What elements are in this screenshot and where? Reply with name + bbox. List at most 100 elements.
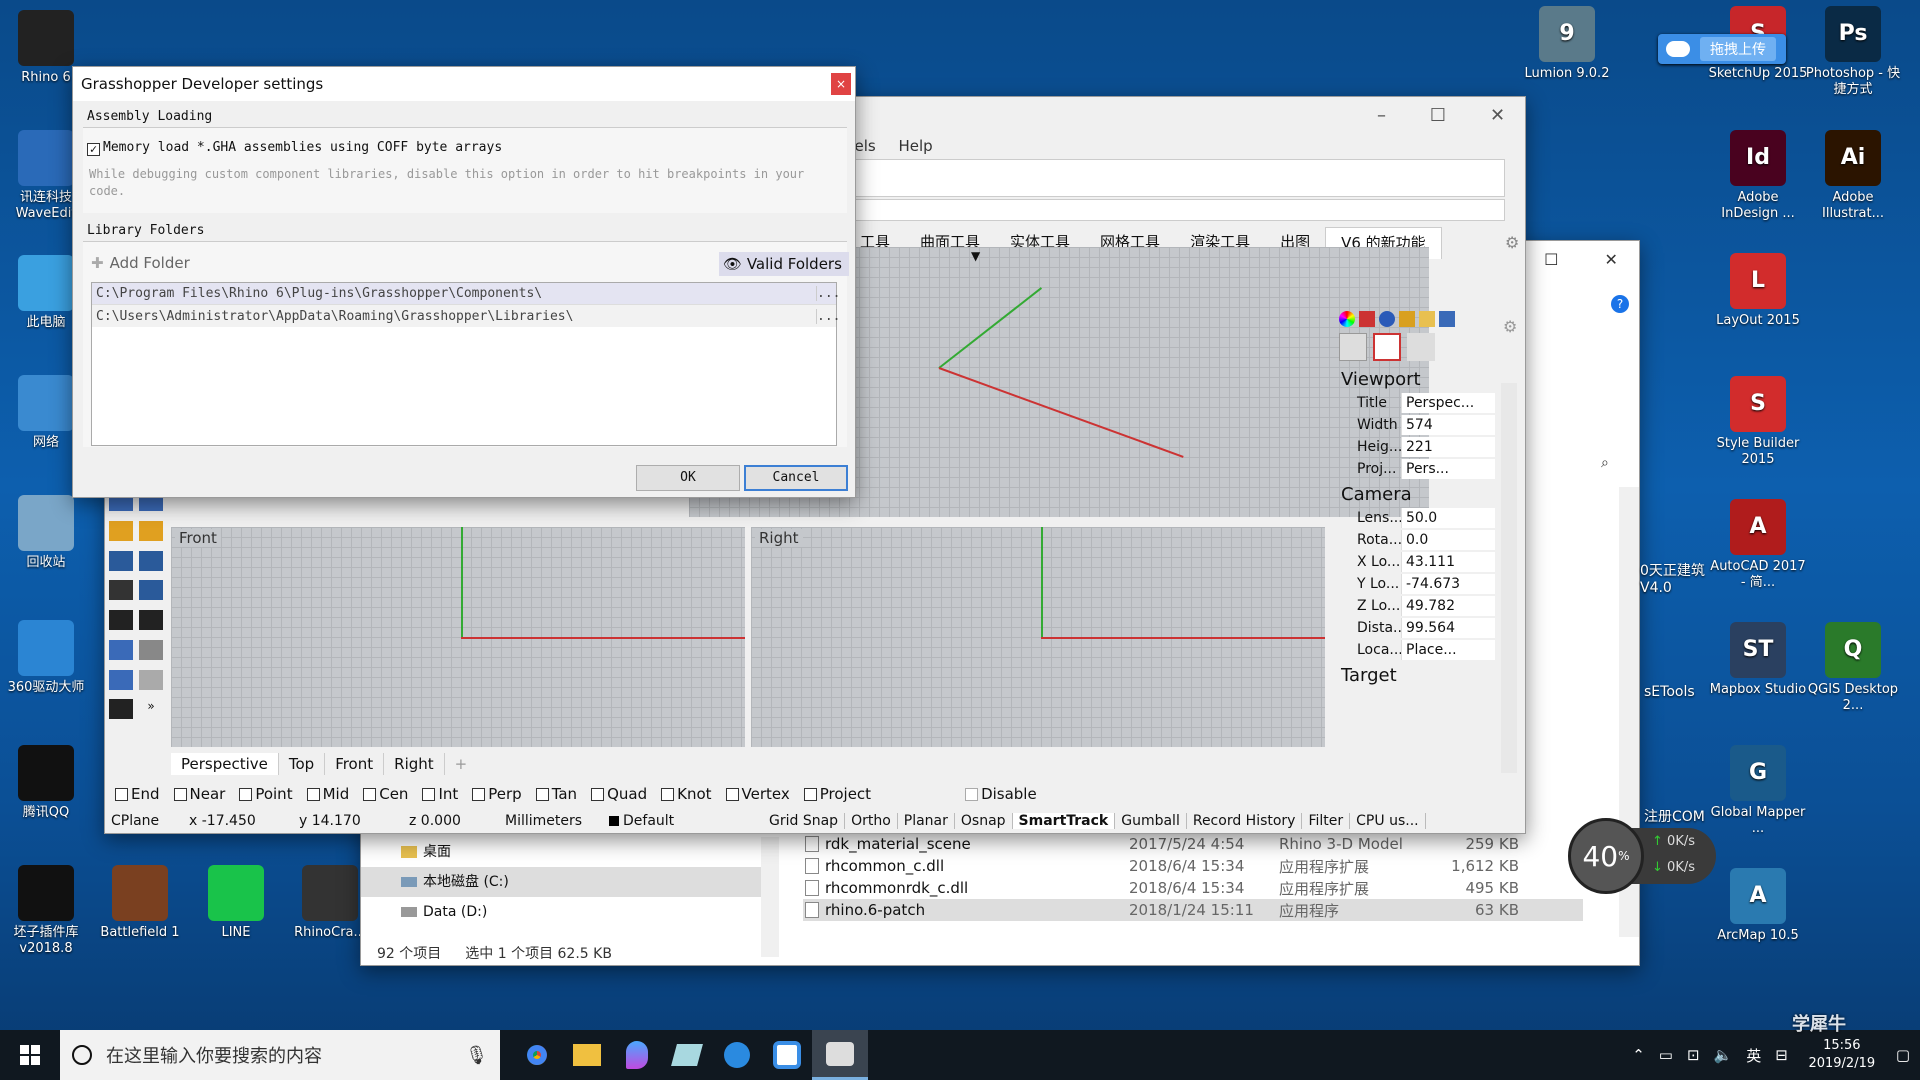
volume-icon[interactable]: 🔈: [1714, 1046, 1733, 1064]
desktop-icon[interactable]: Q QGIS Desktop 2...: [1803, 622, 1903, 714]
tool-icon[interactable]: [139, 639, 163, 660]
tool-icon[interactable]: [109, 520, 133, 541]
property-value[interactable]: Pers...: [1401, 459, 1495, 479]
desktop-icon[interactable]: Ai Adobe Illustrat...: [1803, 130, 1903, 222]
object-icon[interactable]: [1407, 333, 1435, 361]
file-row[interactable]: rhino.6-patch 2018/1/24 15:11 应用程序 63 KB: [803, 899, 1583, 921]
status-toggle[interactable]: Gumball: [1115, 813, 1187, 829]
tool-icon[interactable]: [109, 699, 133, 720]
paint3d-taskbar-icon[interactable]: [612, 1030, 662, 1080]
folder-row[interactable]: C:\Program Files\Rhino 6\Plug-ins\Grassh…: [92, 283, 840, 305]
desktop-icon[interactable]: A AutoCAD 2017 - 简...: [1708, 499, 1808, 591]
browse-button[interactable]: ...: [816, 308, 840, 324]
property-value[interactable]: 99.564: [1401, 618, 1495, 638]
desktop-icon[interactable]: L LayOut 2015: [1708, 253, 1808, 329]
tool-icon[interactable]: [109, 669, 133, 690]
dialog-close-button[interactable]: ×: [831, 73, 851, 95]
nav-item[interactable]: Data (D:): [361, 897, 761, 927]
color-icon[interactable]: [1339, 311, 1355, 327]
chevron-right-icon[interactable]: »: [139, 699, 163, 719]
property-value[interactable]: 574: [1401, 415, 1495, 435]
tool-icon[interactable]: [139, 610, 163, 630]
help-icon[interactable]: ?: [1611, 295, 1629, 313]
battery-icon[interactable]: ▭: [1659, 1046, 1673, 1064]
desktop-icon[interactable]: Id Adobe InDesign ...: [1708, 130, 1808, 222]
display-icon[interactable]: [1439, 311, 1455, 327]
chevron-up-icon[interactable]: ⌃: [1632, 1046, 1645, 1064]
osnap-toggle[interactable]: Project: [803, 785, 871, 803]
osnap-checkbox[interactable]: [363, 787, 377, 801]
desktop-icon[interactable]: S Style Builder 2015: [1708, 376, 1808, 468]
viewport-tab[interactable]: Perspective: [171, 753, 279, 775]
valid-folders-button[interactable]: 👁 Valid Folders: [719, 252, 849, 276]
desktop-icon[interactable]: 9 Lumion 9.0.2: [1517, 6, 1617, 82]
desktop-icon[interactable]: 回收站: [0, 495, 96, 571]
desktop-icon[interactable]: ST Mapbox Studio: [1708, 622, 1808, 698]
status-toggle[interactable]: Ortho: [845, 813, 898, 829]
brush-icon[interactable]: [1399, 311, 1415, 327]
right-viewport-label[interactable]: Right: [755, 529, 803, 547]
desktop-icon[interactable]: Battlefield 1: [90, 865, 190, 941]
property-value[interactable]: Perspec...: [1401, 393, 1495, 413]
tool-icon[interactable]: [109, 550, 133, 571]
folder-row[interactable]: C:\Users\Administrator\AppData\Roaming\G…: [92, 305, 840, 327]
close-icon[interactable]: ✕: [1490, 105, 1505, 126]
file-row[interactable]: rhcommon_c.dll 2018/6/4 15:34 应用程序扩展 1,612 …: [803, 855, 1583, 877]
panel-scrollbar[interactable]: [1501, 383, 1517, 773]
desktop-icon[interactable]: Ps Photoshop - 快捷方式: [1803, 6, 1903, 98]
ok-button[interactable]: OK: [636, 465, 740, 491]
rhino-taskbar-icon[interactable]: [812, 1030, 868, 1080]
partial-icon-label[interactable]: 0天正建筑 V4.0: [1640, 560, 1720, 596]
taskbar-search[interactable]: 在这里输入你要搜索的内容 🎙: [60, 1030, 500, 1080]
property-value[interactable]: -74.673: [1401, 574, 1495, 594]
desktop-icon[interactable]: G Global Mapper ...: [1708, 745, 1808, 837]
memory-load-label[interactable]: Memory load *.GHA assemblies using COFF …: [103, 140, 502, 155]
viewport-tab[interactable]: Front: [325, 753, 385, 775]
osnap-toggle[interactable]: Disable: [965, 785, 1037, 803]
clock[interactable]: 15:56 2019/2/19: [1802, 1037, 1882, 1073]
file-explorer-taskbar-icon[interactable]: [562, 1030, 612, 1080]
property-value[interactable]: 50.0: [1401, 508, 1495, 528]
status-toggle[interactable]: Record History: [1187, 813, 1303, 829]
notification-icon[interactable]: ⊟: [1775, 1046, 1788, 1064]
search-icon[interactable]: ⌕: [1601, 455, 1609, 471]
osnap-toggle[interactable]: Tan: [535, 785, 577, 803]
viewport-tab[interactable]: Top: [279, 753, 326, 775]
cancel-button[interactable]: Cancel: [744, 465, 848, 491]
network-icon[interactable]: ⊡: [1687, 1046, 1700, 1064]
partial-icon-label[interactable]: sETools: [1644, 684, 1695, 700]
osnap-checkbox[interactable]: [239, 787, 253, 801]
osnap-checkbox[interactable]: [535, 787, 549, 801]
property-value[interactable]: Place...: [1401, 640, 1495, 660]
panel-settings-icon[interactable]: ⚙: [1503, 317, 1517, 336]
render-icon[interactable]: [1379, 311, 1395, 327]
osnap-toggle[interactable]: Perp: [472, 785, 522, 803]
desktop-icon[interactable]: A ArcMap 10.5: [1708, 868, 1808, 944]
desktop-icon[interactable]: 坯子插件库 v2018.8: [0, 865, 96, 957]
add-viewport-tab[interactable]: +: [445, 755, 478, 773]
camera-icon[interactable]: [1339, 333, 1367, 361]
osnap-toggle[interactable]: Near: [173, 785, 225, 803]
ime-indicator[interactable]: 英: [1746, 1045, 1761, 1066]
desktop-icon[interactable]: 腾讯QQ: [0, 745, 96, 821]
minimize-icon[interactable]: –: [1377, 105, 1386, 126]
osnap-toggle[interactable]: Mid: [306, 785, 349, 803]
osnap-toggle[interactable]: Knot: [661, 785, 712, 803]
status-toggle[interactable]: Filter: [1302, 813, 1351, 829]
osnap-checkbox[interactable]: [725, 787, 739, 801]
osnap-toggle[interactable]: Int: [422, 785, 458, 803]
osnap-checkbox[interactable]: [803, 787, 817, 801]
desktop-icon[interactable]: 360驱动大师: [0, 620, 96, 696]
front-viewport[interactable]: Front: [171, 527, 745, 747]
layer-label[interactable]: Default: [623, 813, 763, 829]
status-toggle[interactable]: Planar: [898, 813, 955, 829]
start-button[interactable]: [0, 1030, 60, 1080]
tool-icon[interactable]: [109, 639, 133, 660]
property-value[interactable]: 43.111: [1401, 552, 1495, 572]
status-toggle[interactable]: Grid Snap: [763, 813, 846, 829]
tool-icon[interactable]: [139, 669, 163, 690]
speed-widget[interactable]: 40% ↑ 0K/s ↓ 0K/s: [1568, 818, 1718, 894]
osnap-checkbox[interactable]: [115, 787, 128, 801]
osnap-checkbox[interactable]: [661, 787, 675, 801]
right-viewport[interactable]: Right: [751, 527, 1325, 747]
